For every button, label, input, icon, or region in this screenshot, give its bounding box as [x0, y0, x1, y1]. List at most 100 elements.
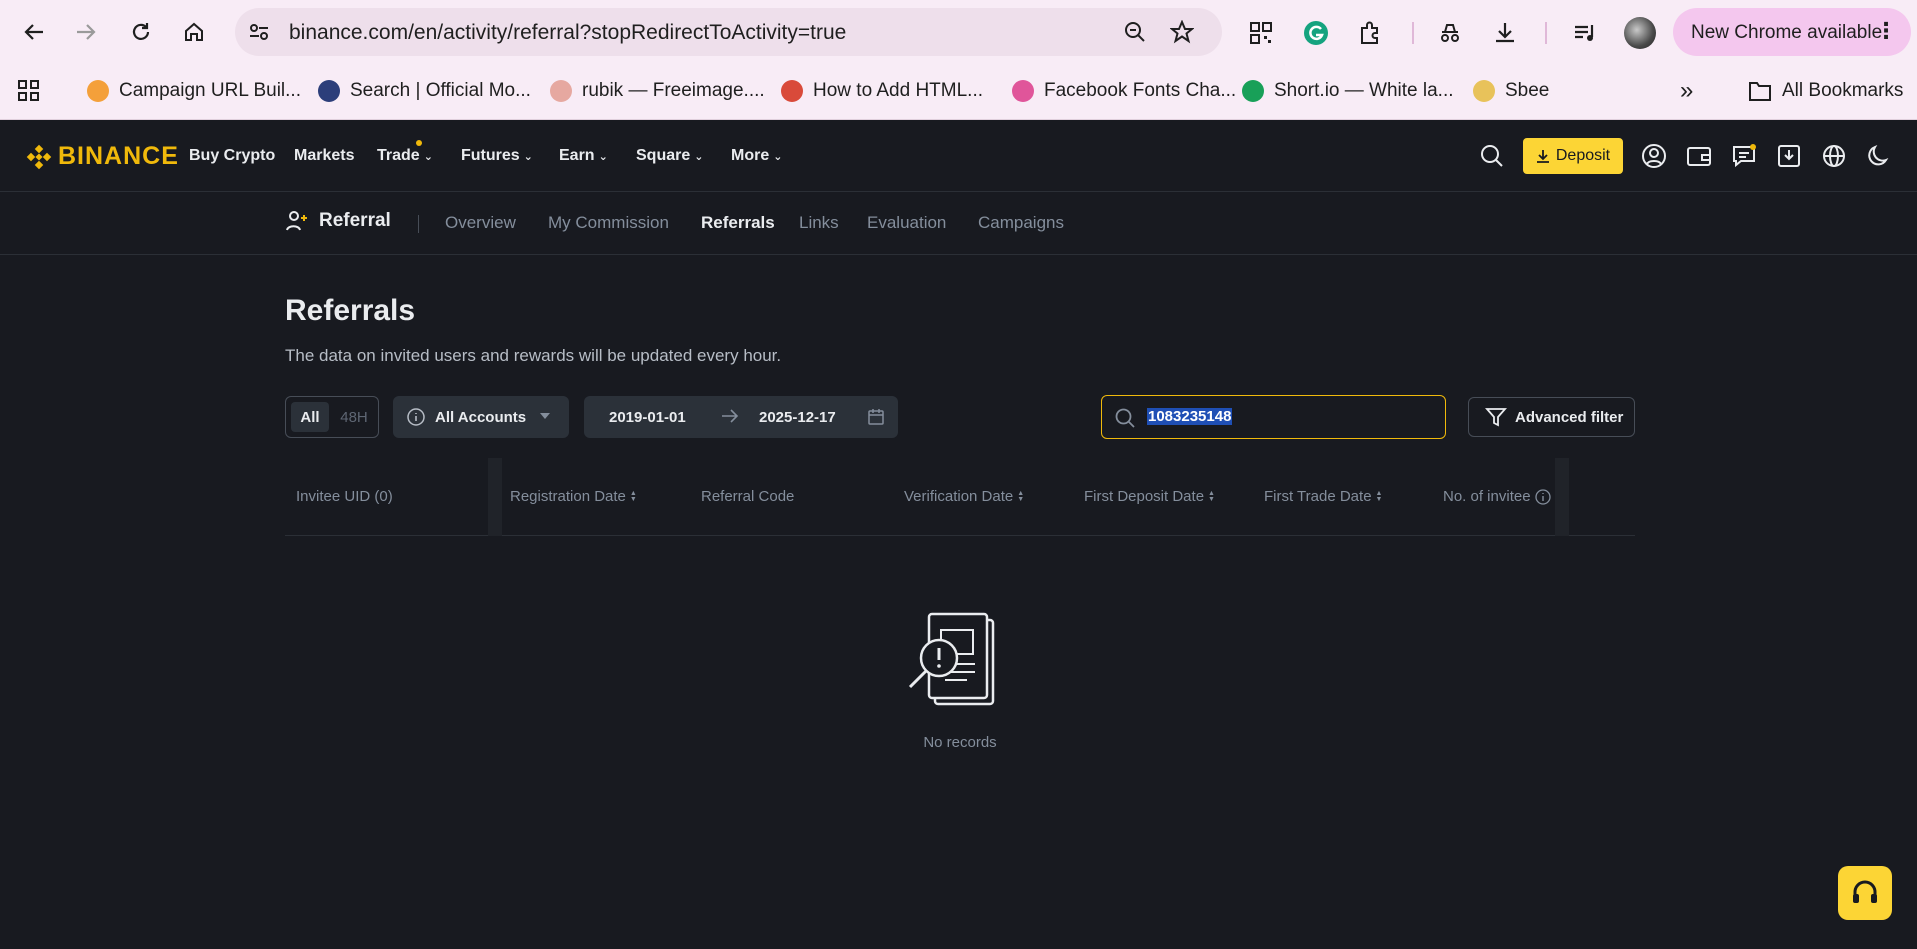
zoom-icon[interactable]	[1123, 20, 1147, 49]
back-button[interactable]	[16, 14, 52, 50]
chevron-down-icon: ⌄	[423, 150, 433, 163]
tab-campaigns[interactable]: Campaigns	[978, 213, 1064, 233]
bookmark-item[interactable]: Campaign URL Buil...	[87, 76, 301, 106]
date-from[interactable]: 2019-01-01	[609, 409, 686, 426]
referrals-table-header: Invitee UID (0) Registration Date ▲ ▼ Refe…	[285, 458, 1635, 536]
binance-wordmark: BINANCE	[58, 142, 179, 170]
profile-avatar[interactable]	[1624, 17, 1656, 49]
incognito-icon[interactable]	[1435, 18, 1465, 48]
accounts-select[interactable]: All Accounts	[393, 396, 569, 438]
bookmark-item[interactable]: Facebook Fonts Cha...	[1012, 76, 1236, 106]
nav-earn[interactable]: Earn ⌄	[559, 120, 608, 192]
col-first-deposit-date[interactable]: First Deposit Date ▲ ▼	[1084, 488, 1215, 505]
app-download-icon[interactable]	[1776, 143, 1802, 169]
chevron-down-icon: ⌄	[773, 150, 783, 163]
nav-buy-crypto[interactable]: Buy Crypto	[189, 120, 275, 192]
url-text[interactable]: binance.com/en/activity/referral?stopRed…	[289, 21, 846, 45]
nav-more-label: More	[731, 147, 770, 164]
page-title: Referrals	[285, 294, 416, 327]
bookmark-item[interactable]: Sbee	[1473, 76, 1549, 106]
nav-trade[interactable]: Trade ⌄	[377, 120, 433, 192]
arrow-right-icon	[722, 409, 739, 423]
all-bookmarks-label: All Bookmarks	[1782, 80, 1904, 101]
download-icon[interactable]	[1490, 18, 1520, 48]
chrome-menu-icon[interactable]: ⋮	[1875, 18, 1897, 44]
nav-trade-label: Trade	[377, 147, 420, 164]
tab-evaluation[interactable]: Evaluation	[867, 213, 946, 233]
notification-dot	[416, 140, 422, 146]
chevron-down-icon: ⌄	[598, 150, 608, 163]
new-chrome-available-button[interactable]: New Chrome available ⋮	[1673, 8, 1911, 56]
bookmark-label: Facebook Fonts Cha...	[1044, 80, 1237, 101]
advanced-filter-button[interactable]: Advanced filter	[1468, 397, 1635, 437]
home-icon	[185, 22, 203, 41]
col-verification-date-label: Verification Date	[904, 488, 1014, 505]
date-range-picker[interactable]: 2019-01-01 2025-12-17	[584, 396, 898, 438]
bookmark-item[interactable]: rubik — Freeimage....	[550, 76, 765, 106]
bookmark-favicon-icon	[1473, 80, 1495, 102]
user-icon[interactable]	[1641, 143, 1667, 169]
nav-more[interactable]: More ⌄	[731, 120, 782, 192]
bookmark-item[interactable]: Short.io — White la...	[1242, 76, 1454, 106]
site-info-icon[interactable]	[247, 20, 271, 44]
col-verification-date[interactable]: Verification Date ▲ ▼	[904, 488, 1024, 505]
media-controls-icon[interactable]	[1570, 18, 1600, 48]
language-globe-icon[interactable]	[1821, 143, 1847, 169]
date-to[interactable]: 2025-12-17	[759, 409, 836, 426]
home-button[interactable]	[176, 14, 212, 50]
bookmark-item[interactable]: How to Add HTML...	[781, 76, 983, 106]
binance-logo[interactable]: BINANCE	[26, 142, 179, 171]
address-bar[interactable]: binance.com/en/activity/referral?stopRed…	[235, 8, 1222, 56]
sticky-column-shadow	[488, 458, 502, 536]
search-input-value[interactable]: 1083235148	[1147, 408, 1233, 425]
grammarly-icon[interactable]	[1301, 18, 1331, 48]
support-chat-button[interactable]	[1838, 866, 1892, 920]
calendar-icon	[868, 409, 884, 425]
nav-futures[interactable]: Futures ⌄	[461, 120, 533, 192]
bookmark-item[interactable]: Search | Official Mo...	[318, 76, 531, 106]
advanced-filter-label: Advanced filter	[1515, 408, 1624, 426]
forward-button[interactable]	[68, 14, 104, 50]
all-bookmarks-button[interactable]: All Bookmarks	[1748, 76, 1903, 106]
search-icon[interactable]	[1479, 143, 1505, 169]
apps-grid-icon[interactable]	[16, 76, 42, 106]
bookmark-star-icon[interactable]	[1169, 19, 1195, 49]
bookmark-favicon-icon	[550, 80, 572, 102]
bookmark-favicon-icon	[1242, 80, 1264, 102]
new-chrome-label: New Chrome available	[1691, 22, 1883, 43]
tab-overview[interactable]: Overview	[445, 213, 516, 233]
referral-title: Referral	[285, 209, 391, 233]
browser-toolbar: binance.com/en/activity/referral?stopRed…	[0, 0, 1917, 66]
deposit-label: Deposit	[1555, 147, 1611, 164]
toolbar-divider	[1545, 22, 1547, 44]
binance-logo-icon	[26, 144, 52, 169]
toolbar-divider	[1412, 22, 1414, 44]
tab-referrals[interactable]: Referrals	[701, 213, 775, 233]
col-first-trade-date[interactable]: First Trade Date ▲ ▼	[1264, 488, 1382, 505]
bookmark-favicon-icon	[318, 80, 340, 102]
messages-icon[interactable]	[1731, 143, 1757, 169]
deposit-button[interactable]: Deposit	[1523, 138, 1623, 174]
nav-markets[interactable]: Markets	[294, 120, 354, 192]
theme-moon-icon[interactable]	[1866, 143, 1892, 169]
no-records-illustration-icon	[908, 612, 995, 706]
uid-search-input[interactable]: 1083235148	[1101, 395, 1446, 439]
range-48h-option[interactable]: 48H	[334, 402, 374, 432]
caret-down-icon	[540, 413, 550, 419]
nav-square[interactable]: Square ⌄	[636, 120, 703, 192]
sticky-column-shadow	[1555, 458, 1569, 536]
nav-square-label: Square	[636, 147, 691, 164]
col-no-of-invitee-label: No. of invitee	[1443, 488, 1531, 505]
wallet-icon[interactable]	[1686, 143, 1712, 169]
qr-code-icon[interactable]	[1246, 18, 1276, 48]
bookmark-label: Campaign URL Buil...	[119, 80, 301, 101]
range-all-option[interactable]: All	[291, 402, 329, 432]
col-registration-date[interactable]: Registration Date ▲ ▼	[510, 488, 637, 505]
tab-my-commission[interactable]: My Commission	[548, 213, 669, 233]
bookmarks-overflow-icon[interactable]: »	[1680, 76, 1693, 106]
user-add-icon	[286, 211, 307, 231]
extensions-icon[interactable]	[1356, 18, 1386, 48]
tab-links[interactable]: Links	[799, 213, 839, 233]
headset-icon	[1853, 880, 1877, 903]
reload-button[interactable]	[123, 14, 159, 50]
